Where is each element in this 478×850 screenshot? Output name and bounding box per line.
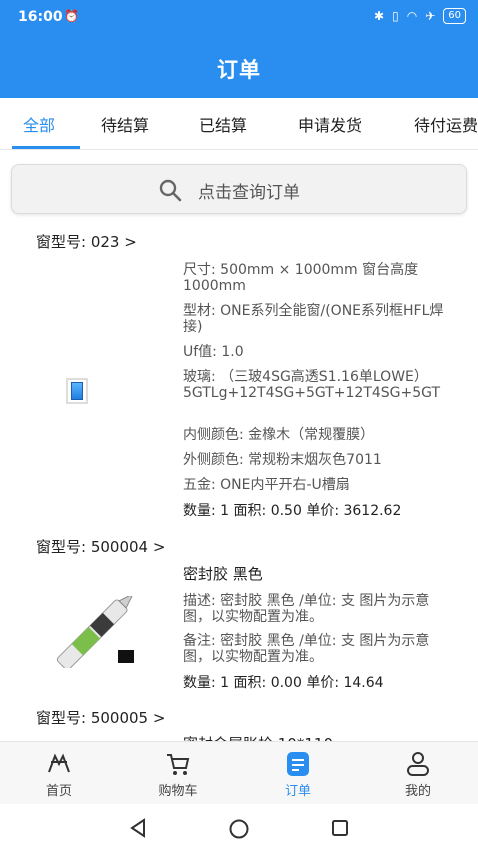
search-icon	[159, 179, 182, 202]
tab-settled[interactable]: 已结算	[199, 112, 247, 136]
alarm-icon: ⏰	[64, 9, 79, 23]
order-size: 尺寸: 500mm × 1000mm 窗台高度1000mm	[183, 262, 419, 294]
nav-orders[interactable]: 订单	[258, 750, 338, 799]
status-bar: 16:00 ⏰ ✱ ▯ ◠ ✈ 60	[0, 0, 478, 36]
order-hardware: 五金: ONE内平开右-U槽扇	[183, 477, 350, 493]
order-profile: 型材: ONE系列全能窗/(ONE系列框HFL焊接)	[183, 303, 444, 335]
recents-icon[interactable]	[331, 819, 349, 837]
app-root: 16:00 ⏰ ✱ ▯ ◠ ✈ 60 订单 全部 待结算 已结算 申请发货 待付…	[0, 0, 478, 850]
product-remark: 备注: 密封胶 黑色 /单位: 支 图片为示意图，以实物配置为准。	[183, 633, 430, 665]
nav-home-label: 首页	[45, 784, 72, 799]
status-right: ✱ ▯ ◠ ✈ 60	[374, 8, 466, 24]
order-icon	[287, 752, 309, 776]
bluetooth-icon: ✱	[374, 9, 385, 23]
nav-profile[interactable]: 我的	[378, 750, 458, 799]
airplane-icon: ✈	[425, 9, 436, 23]
order-title-500005[interactable]: 窗型号: 500005 >	[36, 707, 165, 728]
search-bar[interactable]: 点击查询订单	[11, 164, 467, 214]
vibrate-icon: ▯	[392, 9, 399, 23]
product-description: 描述: 密封胶 黑色 /单位: 支 图片为示意图，以实物配置为准。	[183, 593, 430, 625]
nav-profile-label: 我的	[404, 784, 431, 799]
nav-cart[interactable]: 购物车	[138, 750, 218, 799]
bottom-navigation: 首页 购物车 订单 我的	[0, 741, 478, 804]
product-name: 密封胶 黑色	[183, 565, 263, 583]
tab-pending-settlement[interactable]: 待结算	[101, 112, 149, 136]
active-tab-indicator	[12, 146, 80, 149]
order-uf: Uf值: 1.0	[183, 344, 244, 360]
home-icon	[48, 753, 70, 773]
nav-orders-label: 订单	[284, 784, 311, 799]
window-thumbnail	[66, 378, 88, 404]
tab-pending-freight[interactable]: 待付运费	[414, 112, 478, 136]
app-header: 订单	[0, 36, 478, 98]
order-glass: 玻璃: （三玻4SG高透S1.16单LOWE）5GTLg+12T4SG+5GT+…	[183, 369, 441, 401]
page-title: 订单	[217, 58, 261, 82]
sealant-tube-image	[56, 596, 134, 668]
nav-home[interactable]: 首页	[19, 750, 99, 799]
order-tabs: 全部 待结算 已结算 申请发货 待付运费	[0, 98, 478, 150]
status-time: 16:00	[18, 9, 63, 25]
tab-all[interactable]: 全部	[23, 112, 55, 136]
home-button-icon[interactable]	[228, 818, 250, 840]
product-summary: 数量: 1 面积: 0.00 单价: 14.64	[183, 675, 384, 691]
order-title-500004[interactable]: 窗型号: 500004 >	[36, 536, 165, 557]
order-title-023[interactable]: 窗型号: 023 >	[36, 231, 137, 252]
nav-cart-label: 购物车	[158, 784, 198, 799]
back-icon[interactable]	[128, 818, 148, 838]
order-inner-color: 内侧颜色: 金橡木（常规覆膜）	[183, 427, 375, 443]
wifi-icon: ◠	[406, 9, 418, 23]
system-navigation-bar	[0, 804, 478, 850]
profile-icon	[407, 752, 429, 776]
search-placeholder: 点击查询订单	[198, 183, 300, 203]
order-outer-color: 外侧颜色: 常规粉末烟灰色7011	[183, 452, 382, 468]
battery-level: 60	[448, 10, 461, 21]
cart-icon	[167, 754, 190, 775]
order-summary: 数量: 1 面积: 0.50 单价: 3612.62	[183, 503, 402, 519]
tab-apply-shipping[interactable]: 申请发货	[298, 112, 362, 136]
battery-icon: 60	[443, 8, 466, 24]
